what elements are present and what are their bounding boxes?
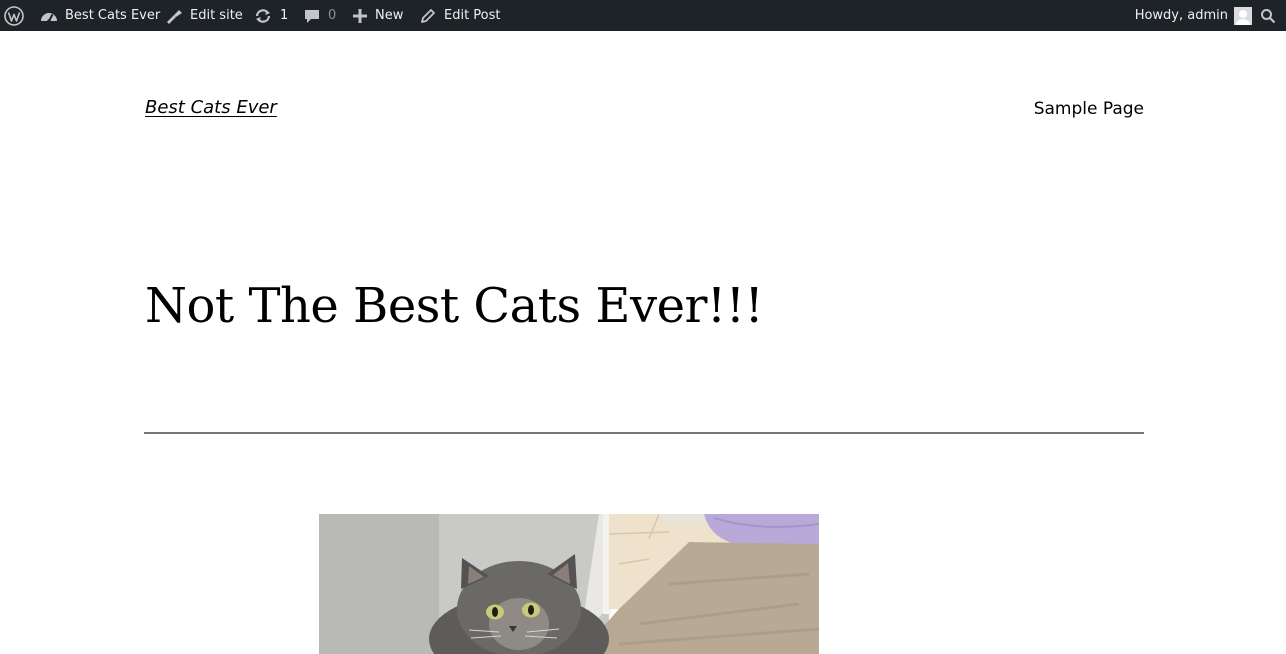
comment-bubble-icon (303, 8, 321, 24)
nav-link-sample-page[interactable]: Sample Page (1034, 99, 1144, 119)
edit-site-button[interactable]: Edit site (165, 0, 243, 31)
new-label: New (375, 8, 404, 23)
separator (144, 432, 1144, 434)
search-icon (1260, 8, 1276, 24)
pencil-icon (420, 8, 436, 24)
edit-post-label: Edit Post (444, 8, 501, 23)
site-name-label: Best Cats Ever (65, 8, 161, 23)
admin-bar: Best Cats Ever Edit site 1 0 New Edit Po… (0, 0, 1286, 31)
account-menu[interactable]: Howdy, admin (1135, 0, 1252, 31)
site-name-menu[interactable]: Best Cats Ever (40, 0, 160, 31)
dashboard-icon (40, 8, 58, 24)
comments-count: 0 (328, 8, 337, 23)
wordpress-logo-button[interactable] (4, 0, 26, 31)
new-content-button[interactable]: New (352, 0, 403, 31)
avatar (1234, 6, 1252, 25)
updates-button[interactable]: 1 (254, 0, 288, 31)
comments-button[interactable]: 0 (303, 0, 336, 31)
featured-image (319, 514, 819, 654)
wordpress-logo-icon (4, 5, 24, 26)
greeting-label: Howdy, admin (1134, 8, 1228, 23)
edit-site-label: Edit site (190, 8, 243, 23)
refresh-icon (254, 8, 272, 24)
adminbar-search-button[interactable] (1260, 0, 1280, 31)
edit-post-button[interactable]: Edit Post (420, 0, 501, 31)
post-title: Not The Best Cats Ever!!! (145, 278, 764, 334)
updates-count: 1 (280, 8, 289, 23)
plus-icon (352, 8, 368, 24)
site-title-link[interactable]: Best Cats Ever (145, 97, 277, 118)
brush-icon (165, 8, 183, 24)
